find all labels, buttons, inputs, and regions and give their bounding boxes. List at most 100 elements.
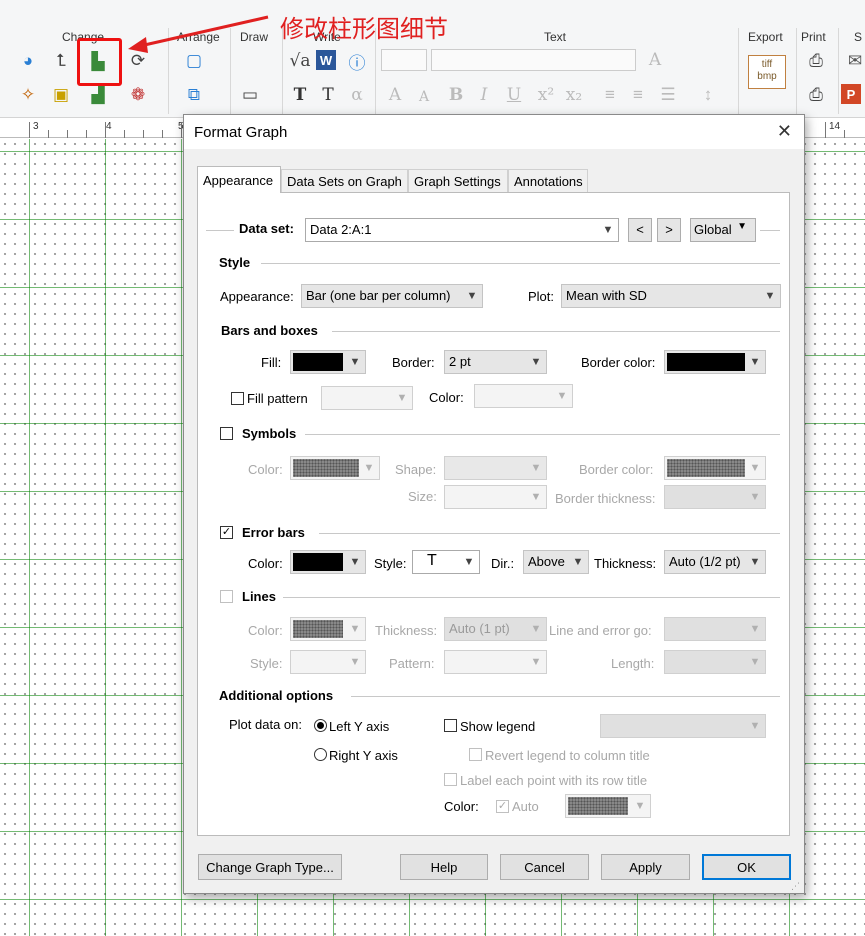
line-thickness-dropdown[interactable]: Auto (1 pt) ▼ <box>444 617 547 641</box>
chevron-down-icon: ▼ <box>530 491 542 503</box>
error-thickness-dropdown[interactable]: Auto (1/2 pt) ▼ <box>664 550 766 574</box>
fill-pattern-dropdown[interactable]: ▼ <box>321 386 413 410</box>
right-axis-radio[interactable] <box>314 748 327 761</box>
hatched-swatch <box>293 620 343 638</box>
ruler-label: 4 <box>106 121 112 132</box>
revert-legend-label: Revert legend to column title <box>485 748 650 763</box>
symbol-color-label: Color: <box>248 462 283 477</box>
fill-color-dropdown[interactable]: ▼ <box>290 350 366 374</box>
help-button[interactable]: Help <box>400 854 488 880</box>
chevron-down-icon: ▼ <box>749 356 761 368</box>
chevron-down-icon: ▼ <box>466 290 478 302</box>
fill-label: Fill: <box>261 355 282 370</box>
chevron-down-icon: ▼ <box>749 491 761 503</box>
border-color-label: Border color: <box>581 355 656 370</box>
line-error-go-label: Line and error go: <box>549 623 652 638</box>
pattern-color-label: Color: <box>429 390 464 405</box>
cancel-button[interactable]: Cancel <box>500 854 589 880</box>
dir-label: Dir.: <box>491 556 515 571</box>
length-dropdown[interactable]: ▼ <box>664 650 766 674</box>
pattern-dropdown[interactable]: ▼ <box>444 650 547 674</box>
chevron-down-icon: ▼ <box>349 356 361 368</box>
size-dropdown[interactable]: ▼ <box>444 485 547 509</box>
error-style-dropdown[interactable]: T ▼ <box>412 550 480 574</box>
error-color-label: Color: <box>248 556 283 571</box>
dataset-value: Data 2:A:1 <box>310 222 372 237</box>
chevron-down-icon: ▼ <box>530 462 542 474</box>
pattern-color-dropdown[interactable]: ▼ <box>474 384 573 408</box>
symbols-checkbox[interactable] <box>220 427 233 440</box>
appearance-dropdown[interactable]: Bar (one bar per column) ▼ <box>301 284 483 308</box>
line-color-label: Color: <box>248 623 283 638</box>
tab-annotations[interactable]: Annotations <box>508 169 588 192</box>
legend-dropdown[interactable]: ▼ <box>600 714 766 738</box>
additional-color-dropdown[interactable]: ▼ <box>565 794 651 818</box>
global-dropdown-button[interactable]: Global ▼ <box>690 218 756 242</box>
symbol-color-dropdown[interactable]: ▼ <box>290 456 380 480</box>
auto-checkbox[interactable]: ✓ <box>496 800 509 813</box>
ruler-label: 3 <box>33 121 39 132</box>
line-error-go-dropdown[interactable]: ▼ <box>664 617 766 641</box>
border-thickness-dropdown[interactable]: ▼ <box>664 485 766 509</box>
label-each-point-checkbox[interactable] <box>444 773 457 786</box>
label-each-point-label: Label each point with its row title <box>460 773 648 788</box>
chevron-down-icon: ▼ <box>530 623 542 635</box>
appearance-value: Bar (one bar per column) <box>306 288 451 303</box>
border-thickness-label: Border thickness: <box>555 491 656 506</box>
chevron-down-icon: ▼ <box>463 556 475 568</box>
show-legend-label: Show legend <box>460 719 536 734</box>
plot-on-label: Plot data on: <box>229 717 302 732</box>
chevron-down-icon: ▼ <box>749 462 761 474</box>
tab-appearance[interactable]: Appearance <box>197 166 281 193</box>
left-axis-radio[interactable] <box>314 719 327 732</box>
symbol-border-color-dropdown[interactable]: ▼ <box>664 456 766 480</box>
chevron-down-icon: ▼ <box>363 462 375 474</box>
dialog-title: Format Graph <box>194 124 288 141</box>
resize-grip-icon[interactable]: ⋰ <box>791 881 800 892</box>
chevron-down-icon: ▼ <box>749 623 761 635</box>
prev-dataset-button[interactable]: < <box>628 218 652 242</box>
border-label: Border: <box>392 355 435 370</box>
chevron-down-icon: ▼ <box>530 356 542 368</box>
chevron-down-icon: ▼ <box>556 390 568 402</box>
dataset-dropdown[interactable]: Data 2:A:1 ▼ <box>305 218 619 242</box>
style-header: Style <box>219 255 251 270</box>
tab-graph-settings[interactable]: Graph Settings <box>408 169 508 192</box>
additional-color-label: Color: <box>444 799 479 814</box>
border-color-dropdown[interactable]: ▼ <box>664 350 766 374</box>
border-width-value: 2 pt <box>449 354 471 369</box>
next-dataset-button[interactable]: > <box>657 218 681 242</box>
close-icon[interactable]: ✕ <box>777 121 792 142</box>
revert-legend-checkbox[interactable] <box>469 748 482 761</box>
chevron-down-icon: ▼ <box>349 556 361 568</box>
dir-dropdown[interactable]: Above ▼ <box>523 550 589 574</box>
plot-dropdown[interactable]: Mean with SD ▼ <box>561 284 781 308</box>
tab-data-sets-on-graph[interactable]: Data Sets on Graph <box>281 169 408 192</box>
fill-color-swatch <box>293 353 343 371</box>
global-label: Global <box>694 222 732 237</box>
apply-button[interactable]: Apply <box>601 854 690 880</box>
line-thickness-value: Auto (1 pt) <box>449 621 510 636</box>
chevron-down-icon: ▼ <box>602 224 614 236</box>
chevron-down-icon: ▼ <box>572 556 584 568</box>
error-color-dropdown[interactable]: ▼ <box>290 550 366 574</box>
line-thickness-label: Thickness: <box>375 623 438 638</box>
length-label: Length: <box>611 656 655 671</box>
shape-label: Shape: <box>395 462 437 477</box>
line-style-dropdown[interactable]: ▼ <box>290 650 366 674</box>
size-label: Size: <box>408 489 437 504</box>
shape-dropdown[interactable]: ▼ <box>444 456 547 480</box>
dir-value: Above <box>528 554 565 569</box>
error-thickness-label: Thickness: <box>594 556 657 571</box>
show-legend-checkbox[interactable] <box>444 719 457 732</box>
change-graph-type-button[interactable]: Change Graph Type... <box>198 854 342 880</box>
fill-pattern-checkbox[interactable] <box>231 392 244 405</box>
plot-label: Plot: <box>528 289 555 304</box>
line-color-dropdown[interactable]: ▼ <box>290 617 366 641</box>
border-width-dropdown[interactable]: 2 pt ▼ <box>444 350 547 374</box>
error-bars-checkbox[interactable]: ✓ <box>220 526 233 539</box>
ok-button[interactable]: OK <box>702 854 791 880</box>
line-style-label: Style: <box>250 656 283 671</box>
lines-checkbox[interactable] <box>220 590 233 603</box>
format-graph-dialog: Format Graph ✕ Appearance Data Sets on G… <box>183 114 805 894</box>
